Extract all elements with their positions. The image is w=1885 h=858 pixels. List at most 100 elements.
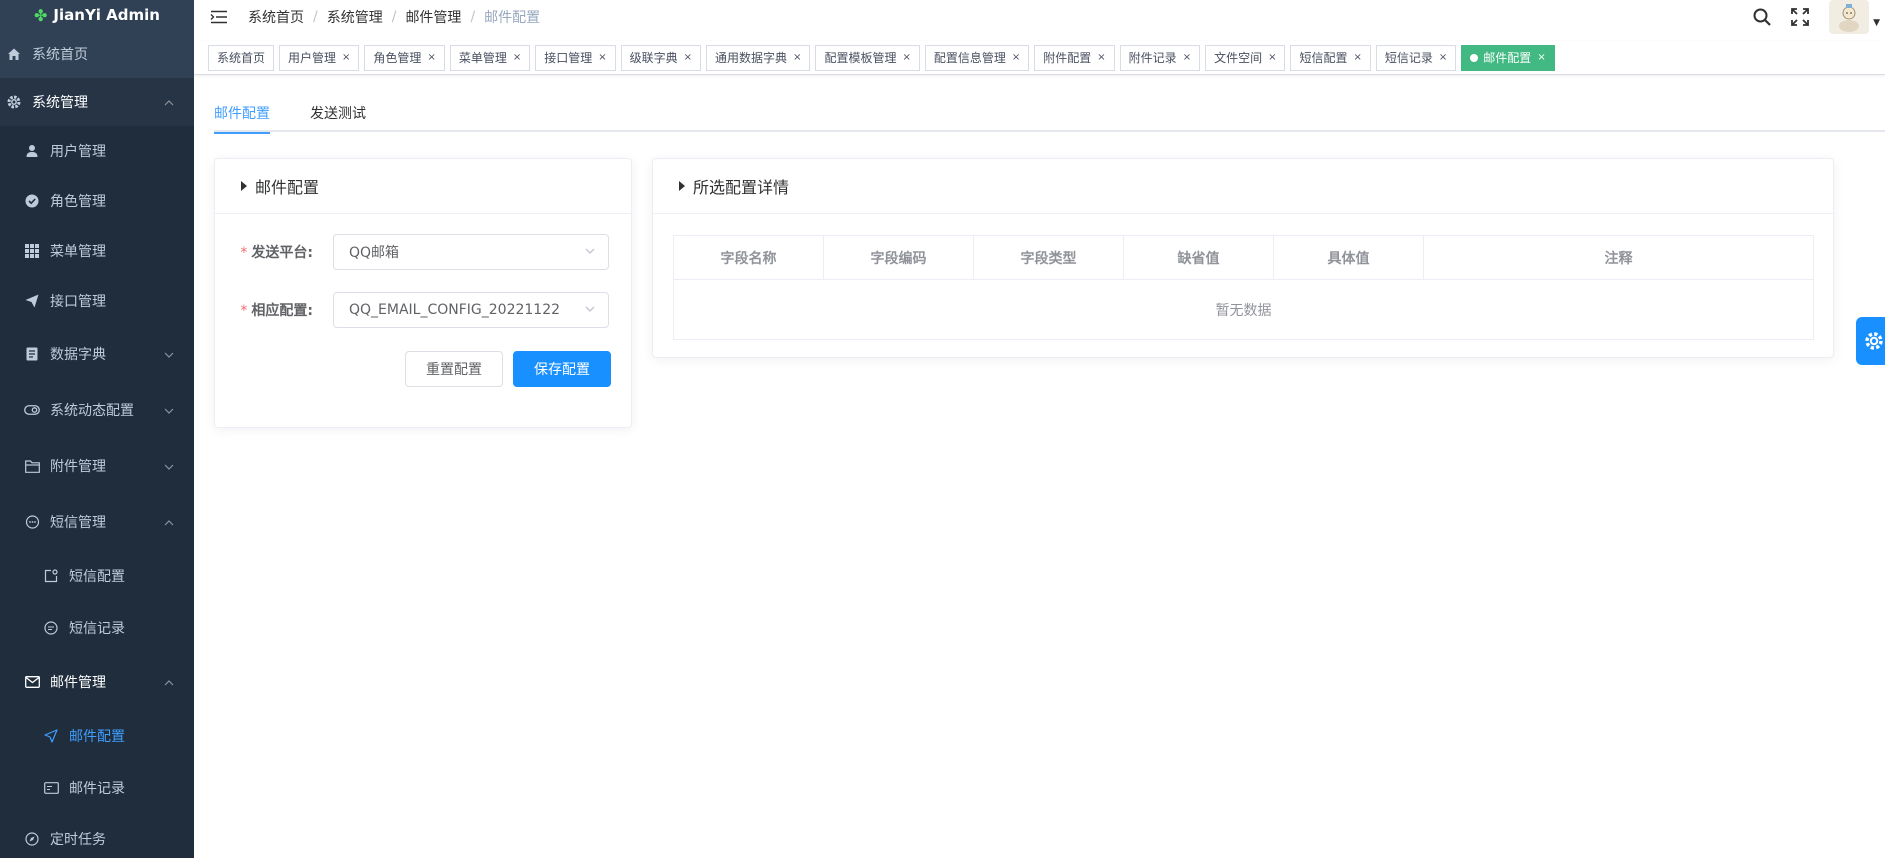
chat-icon bbox=[22, 514, 42, 530]
close-icon[interactable]: × bbox=[598, 52, 606, 63]
postcard-icon bbox=[41, 782, 61, 794]
close-icon[interactable]: × bbox=[1439, 52, 1447, 63]
close-icon[interactable]: × bbox=[427, 52, 435, 63]
search-icon[interactable] bbox=[1753, 8, 1771, 26]
close-icon[interactable]: × bbox=[513, 52, 521, 63]
sidebar-item-sms[interactable]: 短信管理 bbox=[0, 494, 194, 550]
close-icon[interactable]: × bbox=[1268, 52, 1276, 63]
tab-active-bar bbox=[214, 132, 270, 134]
close-icon[interactable]: × bbox=[342, 52, 350, 63]
sidebar-item-mail[interactable]: 邮件管理 bbox=[0, 654, 194, 710]
tag-file-space[interactable]: 文件空间 × bbox=[1205, 44, 1286, 71]
tag-config-info[interactable]: 配置信息管理 × bbox=[924, 44, 1030, 71]
sidebar-item-sms-config[interactable]: 短信配置 bbox=[0, 550, 194, 602]
save-config-button[interactable]: 保存配置 bbox=[513, 351, 611, 387]
tag-label: 通用数据字典 bbox=[715, 51, 788, 65]
sidebar-item-sms-records[interactable]: 短信记录 bbox=[0, 602, 194, 654]
table-empty-text: 暂无数据 bbox=[673, 279, 1814, 340]
sidebar-item-mail-config[interactable]: 邮件配置 bbox=[0, 710, 194, 762]
tag-mail-config[interactable]: 邮件配置 × bbox=[1461, 44, 1555, 71]
close-icon[interactable]: × bbox=[1354, 52, 1362, 63]
tag-label: 接口管理 bbox=[544, 51, 593, 65]
tag-label: 配置信息管理 bbox=[933, 51, 1006, 65]
home-icon bbox=[4, 47, 24, 61]
mail-config-card: 邮件配置 * 发送平台: QQ邮箱 * 相应配置: QQ_EMAIL_CONFIG_… bbox=[214, 158, 632, 428]
close-icon[interactable]: × bbox=[1012, 52, 1020, 63]
send-icon bbox=[22, 294, 42, 308]
sidebar-item-menus[interactable]: 菜单管理 bbox=[0, 226, 194, 276]
tag-label: 短信配置 bbox=[1299, 51, 1348, 65]
breadcrumb-item[interactable]: 系统首页 bbox=[248, 7, 304, 27]
tag-label: 附件记录 bbox=[1128, 51, 1177, 65]
tag-common-dict[interactable]: 通用数据字典 × bbox=[706, 44, 811, 71]
tag-label: 角色管理 bbox=[373, 51, 422, 65]
close-icon[interactable]: × bbox=[1537, 52, 1545, 63]
tag-cascade-dict[interactable]: 级联字典 × bbox=[620, 44, 702, 71]
form-label: * 相应配置: bbox=[233, 300, 333, 320]
tag-sms-records[interactable]: 短信记录 × bbox=[1375, 44, 1457, 71]
table-header-cell: 具体值 bbox=[1273, 235, 1424, 280]
close-icon[interactable]: × bbox=[1097, 52, 1105, 63]
gear-icon bbox=[1863, 330, 1885, 352]
caret-right-icon bbox=[241, 181, 247, 191]
fullscreen-icon[interactable] bbox=[1791, 8, 1809, 26]
sidebar-item-system[interactable]: 系统管理 bbox=[0, 78, 194, 126]
breadcrumb-item[interactable]: 邮件管理 bbox=[405, 7, 461, 27]
sidebar-item-dynamic-config[interactable]: 系统动态配置 bbox=[0, 382, 194, 438]
close-icon[interactable]: × bbox=[793, 52, 801, 63]
tab-send-test[interactable]: 发送测试 bbox=[310, 96, 366, 132]
label-text: 相应配置: bbox=[251, 303, 313, 319]
tag-sms-config[interactable]: 短信配置 × bbox=[1290, 44, 1371, 71]
sidebar-toggle-icon[interactable] bbox=[210, 10, 228, 24]
breadcrumb-item[interactable]: 系统管理 bbox=[327, 7, 383, 27]
card-title: 邮件配置 bbox=[255, 178, 320, 197]
tag-attachment-config[interactable]: 附件配置 × bbox=[1034, 44, 1115, 71]
tag-label: 附件配置 bbox=[1043, 51, 1092, 65]
tab-mail-config[interactable]: 邮件配置 bbox=[214, 96, 270, 134]
reset-config-button[interactable]: 重置配置 bbox=[405, 351, 503, 387]
required-mark: * bbox=[240, 303, 248, 319]
sidebar-item-apis[interactable]: 接口管理 bbox=[0, 276, 194, 326]
card-header: 邮件配置 bbox=[215, 159, 631, 214]
mail-icon bbox=[22, 676, 42, 688]
tag-label: 系统首页 bbox=[217, 51, 266, 65]
chevron-up-icon bbox=[164, 94, 174, 110]
breadcrumb-separator: / bbox=[470, 9, 476, 25]
breadcrumb-item-current: 邮件配置 bbox=[484, 10, 541, 26]
tag-apis[interactable]: 接口管理 × bbox=[535, 44, 616, 71]
close-icon[interactable]: × bbox=[684, 52, 692, 63]
config-select[interactable]: QQ_EMAIL_CONFIG_20221122 bbox=[333, 292, 609, 328]
sidebar-item-mail-records[interactable]: 邮件记录 bbox=[0, 762, 194, 814]
sidebar-item-home[interactable]: 系统首页 bbox=[0, 30, 194, 78]
sidebar-item-roles[interactable]: 角色管理 bbox=[0, 176, 194, 226]
app-logo[interactable]: ✤ JianYi Admin bbox=[0, 0, 194, 30]
grid-icon bbox=[22, 244, 42, 258]
settings-panel-button[interactable] bbox=[1856, 317, 1885, 365]
close-icon[interactable]: × bbox=[1183, 52, 1191, 63]
sidebar-item-dictionary[interactable]: 数据字典 bbox=[0, 326, 194, 382]
chat-dots-icon bbox=[41, 621, 61, 635]
table-header-cell: 字段编码 bbox=[823, 235, 974, 280]
platform-select[interactable]: QQ邮箱 bbox=[333, 234, 609, 270]
avatar[interactable]: ▼ bbox=[1829, 0, 1880, 34]
main-content: 邮件配置 发送测试 邮件配置 * 发送平台: QQ邮箱 * 相应配置: QQ_EMA… bbox=[194, 76, 1885, 858]
tag-roles[interactable]: 角色管理 × bbox=[364, 44, 445, 71]
tag-config-templates[interactable]: 配置模板管理 × bbox=[815, 44, 920, 71]
sidebar-item-attachments[interactable]: 附件管理 bbox=[0, 438, 194, 494]
sidebar-item-scheduled-tasks[interactable]: 定时任务 bbox=[0, 814, 194, 858]
position-icon bbox=[41, 729, 61, 743]
tag-menus[interactable]: 菜单管理 × bbox=[449, 44, 531, 71]
chevron-down-icon bbox=[164, 346, 174, 362]
navbar: 系统首页 / 系统管理 / 邮件管理 / 邮件配置 ▼ bbox=[194, 0, 1885, 34]
tag-users[interactable]: 用户管理 × bbox=[279, 44, 360, 71]
sidebar-item-users[interactable]: 用户管理 bbox=[0, 126, 194, 176]
table-header-cell: 字段类型 bbox=[973, 235, 1124, 280]
close-icon[interactable]: × bbox=[902, 52, 910, 63]
caret-right-icon bbox=[679, 181, 685, 191]
sidebar-item-label: 邮件配置 bbox=[69, 729, 125, 745]
tag-attachment-records[interactable]: 附件记录 × bbox=[1119, 44, 1201, 71]
edit-square-icon bbox=[41, 569, 61, 583]
sidebar-item-label: 接口管理 bbox=[50, 294, 106, 310]
tag-home[interactable]: 系统首页 bbox=[208, 44, 275, 71]
check-circle-icon bbox=[22, 194, 42, 208]
